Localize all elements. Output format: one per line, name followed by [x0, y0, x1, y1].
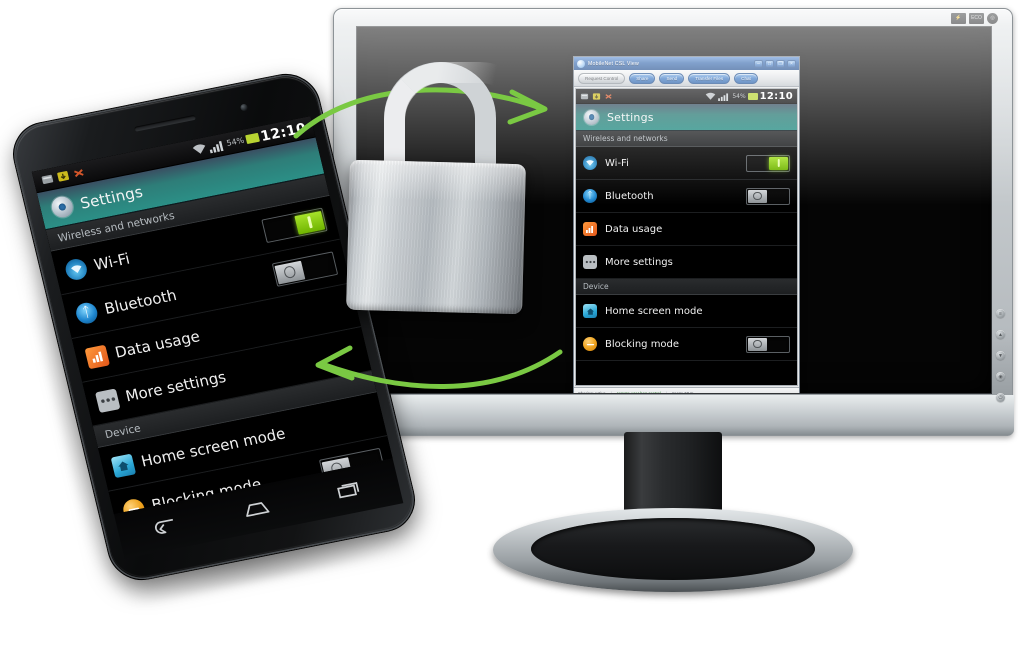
home-screen-icon [110, 453, 137, 478]
brightness-down-button[interactable]: ▼ [996, 351, 1005, 360]
sd-card-icon [41, 174, 54, 184]
wifi-icon [583, 156, 597, 170]
menu-button[interactable]: ≡ [996, 309, 1005, 318]
close-button[interactable]: × [787, 59, 796, 68]
clock-label: 12:10 [759, 90, 793, 102]
transfer-files-button[interactable]: Transfer Files [688, 72, 731, 84]
window-controls: – □ ❐ × [754, 59, 796, 68]
battery-icon [747, 92, 758, 100]
status-separator: | [610, 390, 612, 394]
brightness-up-button[interactable]: ▲ [996, 330, 1005, 339]
status-bar-left-icons [580, 92, 613, 101]
nav-home-button[interactable] [239, 495, 278, 523]
battery-percent-label: 54% [225, 135, 246, 148]
remote-screen-viewport[interactable]: 54% 12:10 Settings Wireless and networks [575, 88, 798, 386]
wifi-icon [63, 256, 89, 282]
earpiece-speaker [134, 114, 197, 132]
row-label: Bluetooth [605, 190, 654, 202]
row-blocking-mode[interactable]: Blocking mode [576, 328, 797, 361]
restore-button[interactable]: ❐ [776, 59, 785, 68]
status-control: remote user has control [616, 390, 661, 394]
signal-icon [718, 92, 729, 101]
signal-icon [209, 140, 224, 153]
send-button[interactable]: Send [659, 72, 685, 84]
gear-icon [49, 194, 76, 220]
certification-sticker: ◎ [987, 13, 998, 24]
home-screen-icon [583, 304, 597, 318]
status-separator: | [665, 390, 667, 394]
wifi-toggle[interactable] [746, 154, 790, 172]
sd-card-icon [580, 93, 589, 99]
nav-recents-button[interactable] [332, 476, 371, 504]
sync-icon [74, 169, 84, 178]
monitor-stand-base [493, 508, 853, 592]
row-more-settings[interactable]: More settings [576, 246, 797, 279]
gear-icon [584, 109, 599, 125]
blocking-mode-toggle[interactable] [746, 335, 790, 353]
row-label: Wi-Fi [605, 157, 629, 169]
app-globe-icon [577, 59, 585, 68]
row-label: Blocking mode [605, 338, 680, 350]
more-settings-icon [583, 255, 597, 269]
download-icon [57, 171, 70, 182]
row-label: Data usage [605, 223, 663, 235]
download-icon [592, 92, 601, 100]
section-header-device: Device [576, 279, 797, 295]
monitor-bezel-buttons: ≡ ▲ ▼ ◉ ⏻ [996, 309, 1005, 402]
wifi-icon [706, 92, 716, 100]
status-bar-right-icons: 54% 12:10 [705, 91, 793, 102]
android-status-bar: 54% 12:10 [576, 89, 797, 104]
power-button[interactable]: ⏻ [996, 393, 1005, 402]
row-bluetooth[interactable]: ᛏ Bluetooth [576, 180, 797, 213]
data-usage-icon [583, 222, 597, 236]
android-settings-mirror: 54% 12:10 Settings Wireless and networks [576, 89, 797, 385]
wifi-toggle[interactable] [261, 207, 328, 244]
remote-control-window[interactable]: MobileNet CSL View – □ ❐ × Request Contr… [573, 56, 800, 394]
row-home-screen-mode[interactable]: Home screen mode [576, 295, 797, 328]
row-data-usage[interactable]: Data usage [576, 213, 797, 246]
row-label: Home screen mode [605, 305, 703, 317]
input-source-button[interactable]: ◉ [996, 372, 1005, 381]
padlock-icon [340, 62, 530, 315]
minimize-button[interactable]: – [754, 59, 763, 68]
window-status-bar: Sharing: active | remote user has contro… [574, 387, 799, 394]
bluetooth-toggle[interactable] [746, 187, 790, 205]
status-sharing: Sharing: active [578, 390, 606, 394]
blocking-mode-icon [583, 337, 597, 351]
bluetooth-icon: ᛏ [73, 300, 100, 325]
data-usage-icon [84, 344, 110, 369]
page-title: Settings [78, 182, 145, 213]
settings-title-bar: Settings [576, 104, 797, 131]
monitor-stand-base-inner [531, 518, 815, 580]
bluetooth-icon: ᛏ [583, 189, 597, 203]
energy-star-sticker: ⚡ [951, 13, 966, 24]
wifi-icon [192, 143, 206, 154]
battery-icon [245, 132, 260, 145]
status-zoom: zoom: 58 % [671, 390, 695, 394]
window-toolbar: Request Control Share Send Transfer File… [574, 70, 799, 87]
row-wifi[interactable]: Wi-Fi [576, 147, 797, 180]
window-title-bar[interactable]: MobileNet CSL View – □ ❐ × [574, 57, 799, 70]
section-header-wireless: Wireless and networks [576, 131, 797, 147]
scene-root: ⚡ ECO ◎ MobileNet CSL View – □ ❐ × Reque… [0, 0, 1024, 656]
page-title: Settings [607, 110, 654, 124]
chat-button[interactable]: Chat [734, 72, 758, 84]
maximize-button[interactable]: □ [765, 59, 774, 68]
padlock-body [346, 159, 526, 315]
eco-sticker: ECO [969, 13, 984, 24]
front-camera [239, 103, 249, 112]
sync-icon [605, 93, 612, 99]
nav-back-button[interactable] [146, 513, 185, 541]
monitor-bezel-stickers: ⚡ ECO ◎ [951, 13, 998, 24]
window-title: MobileNet CSL View [588, 60, 639, 67]
more-settings-icon [94, 387, 121, 413]
row-label: More settings [605, 256, 673, 268]
monitor-chin [334, 395, 1014, 435]
request-control-button[interactable]: Request Control [578, 72, 626, 84]
bluetooth-toggle[interactable] [271, 251, 339, 287]
share-button[interactable]: Share [629, 72, 656, 84]
battery-percent-label: 54% [732, 92, 746, 100]
